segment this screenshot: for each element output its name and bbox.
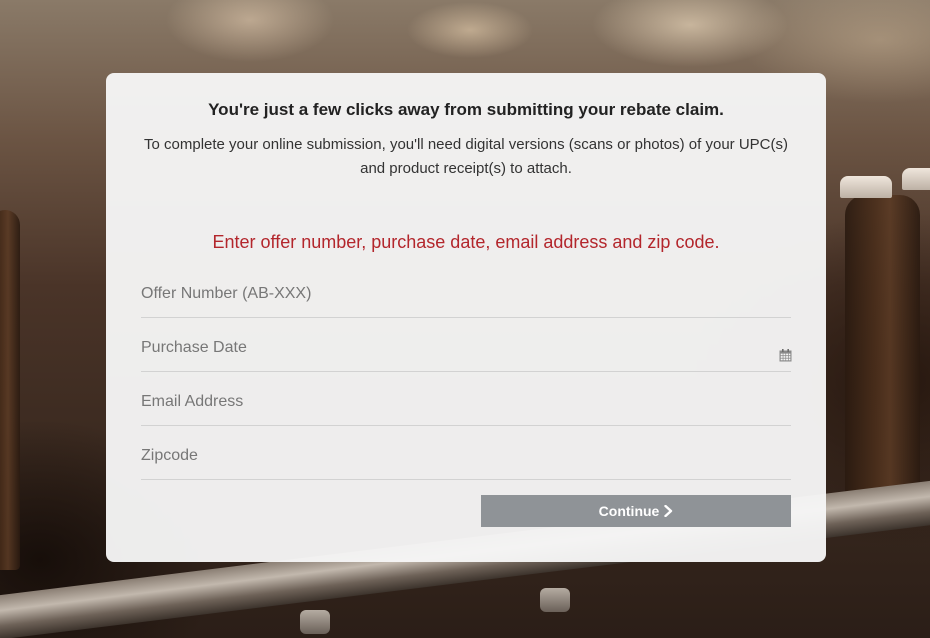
bottle-cap-decoration: [840, 176, 892, 198]
chevron-right-icon: [664, 505, 673, 517]
card-headline: You're just a few clicks away from submi…: [208, 100, 724, 119]
rail-bolt-decoration: [300, 610, 330, 634]
rebate-form-card: You're just a few clicks away from submi…: [106, 73, 826, 562]
calendar-icon[interactable]: [779, 349, 792, 362]
bottle-decoration: [0, 210, 20, 570]
bottle-cap-decoration: [902, 168, 930, 190]
offer-number-input[interactable]: [141, 272, 791, 316]
purchase-date-field: [141, 326, 792, 372]
offer-number-field: [141, 272, 791, 318]
page: You're just a few clicks away from submi…: [0, 0, 930, 638]
bottle-decoration: [845, 195, 920, 525]
zipcode-field: [141, 434, 791, 480]
rail-bolt-decoration: [540, 588, 570, 612]
form-instruction: Enter offer number, purchase date, email…: [212, 232, 720, 252]
card-intro-text: To complete your online submission, you'…: [144, 136, 788, 177]
zipcode-input[interactable]: [141, 434, 791, 478]
purchase-date-input[interactable]: [141, 326, 791, 370]
continue-button[interactable]: Continue: [481, 495, 791, 527]
continue-button-label: Continue: [598, 503, 660, 519]
email-input[interactable]: [141, 380, 791, 424]
email-field: [141, 380, 791, 426]
